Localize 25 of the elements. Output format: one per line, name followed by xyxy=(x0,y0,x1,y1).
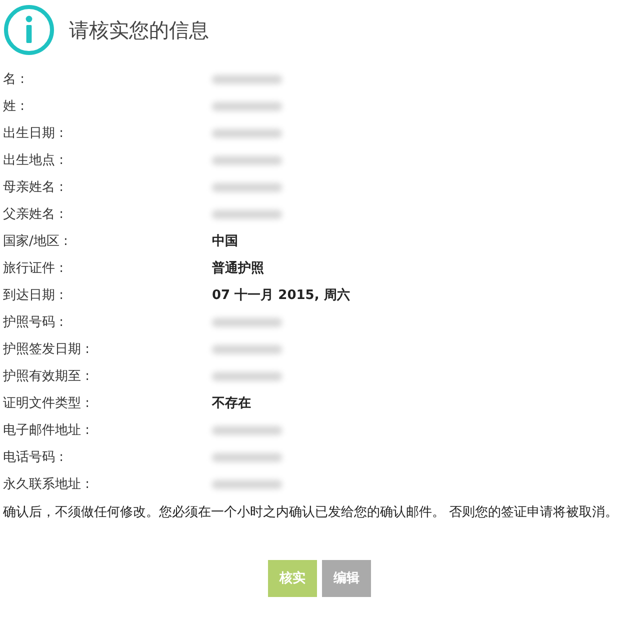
verify-button[interactable]: 核实 xyxy=(268,560,317,597)
field-label: 出生地点 : xyxy=(3,152,65,170)
field-value: 不存在 xyxy=(212,394,251,413)
field-label: 证明文件类型 : xyxy=(3,394,91,413)
field-label: 父亲姓名 : xyxy=(3,206,65,224)
field-label: 电子邮件地址 : xyxy=(3,422,91,440)
field-label: 出生日期 : xyxy=(3,124,65,143)
field-value: 07 十一月 2015, 周六 xyxy=(212,286,350,305)
field-label: 旅行证件 : xyxy=(3,260,65,278)
field-label: 国家/地区 : xyxy=(3,232,69,251)
field-label: 母亲姓名 : xyxy=(3,178,65,197)
field-label: 名 : xyxy=(3,70,26,89)
confirmation-notice: 确认后，不须做任何修改。您必须在一个小时之内确认已发给您的确认邮件。 否则您的签证申请将被取消。 xyxy=(3,504,620,522)
info-icon xyxy=(3,4,55,56)
field-label: 护照签发日期 : xyxy=(3,340,91,359)
field-label: 护照有效期至 : xyxy=(3,368,91,386)
field-value: 普通护照 xyxy=(212,260,264,278)
field-label: 护照号码 : xyxy=(3,314,65,332)
field-label: 永久联系地址 : xyxy=(3,476,91,494)
field-label: 电话号码 : xyxy=(3,448,65,467)
field-value: 中国 xyxy=(212,232,238,251)
edit-button[interactable]: 编辑 xyxy=(322,560,371,597)
field-label: 到达日期 : xyxy=(3,286,65,305)
field-label: 姓 : xyxy=(3,98,26,116)
page-title: 请核实您的信息 xyxy=(69,18,209,42)
